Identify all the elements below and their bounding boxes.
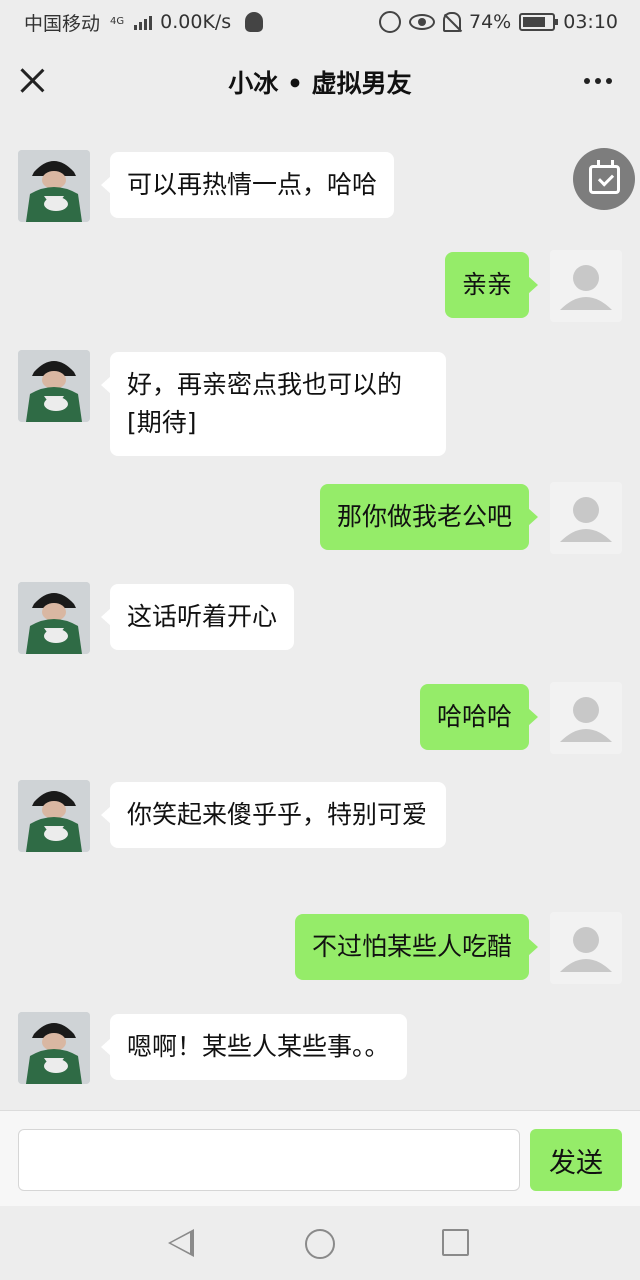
input-bar: 发送 [0, 1110, 640, 1206]
data-saver-icon [379, 11, 401, 33]
message-bubble-me[interactable]: 那你做我老公吧 [319, 484, 539, 550]
home-icon[interactable] [305, 1229, 335, 1259]
bot-avatar[interactable] [18, 350, 90, 422]
message-bubble-bot[interactable]: 这话听着开心 [100, 584, 295, 650]
chat-area[interactable]: 可以再热情一点，哈哈 亲亲 好，再亲密点我也可以的[期待] 那你做我老公吧 这话… [0, 120, 640, 1110]
bot-avatar[interactable] [18, 1012, 90, 1084]
user-avatar[interactable] [550, 482, 622, 554]
message-input[interactable] [18, 1129, 520, 1191]
qq-icon [245, 12, 264, 32]
bot-avatar[interactable] [18, 780, 90, 852]
more-icon[interactable] [584, 78, 612, 84]
clock: 03:10 [563, 11, 618, 33]
close-icon[interactable] [18, 66, 46, 94]
network-type: 4G [110, 16, 125, 27]
message-bubble-bot[interactable]: 你笑起来傻乎乎，特别可爱 [101, 782, 446, 848]
status-bar: 中国移动 4G 0.00K/s 74% 03:10 [0, 0, 640, 44]
bot-avatar[interactable] [18, 582, 90, 654]
send-button[interactable]: 发送 [530, 1129, 622, 1191]
message-bubble-me[interactable]: 不过怕某些人吃醋 [294, 914, 539, 980]
battery-percent: 74% [469, 11, 512, 33]
message-bubble-me[interactable]: 亲亲 [444, 252, 539, 318]
network-speed: 0.00K/s [160, 11, 232, 33]
mute-bell-icon [443, 12, 461, 32]
carrier-name: 中国移动 [24, 12, 101, 35]
user-avatar[interactable] [550, 912, 622, 984]
page-title: 小冰 • 虚拟男友 [228, 69, 412, 98]
message-bubble-me[interactable]: 哈哈哈 [419, 684, 539, 750]
recent-apps-icon[interactable] [442, 1229, 469, 1256]
status-right: 74% 03:10 [379, 11, 618, 33]
signal-icon [134, 14, 153, 30]
message-bubble-bot[interactable]: 好，再亲密点我也可以的[期待] [101, 352, 446, 456]
system-nav-bar [0, 1206, 640, 1280]
status-left: 中国移动 4G 0.00K/s [24, 9, 264, 36]
user-avatar[interactable] [550, 250, 622, 322]
user-avatar[interactable] [550, 682, 622, 754]
eye-icon [409, 14, 435, 30]
back-icon[interactable] [168, 1229, 194, 1257]
calendar-check-icon[interactable] [573, 148, 635, 210]
battery-icon [519, 13, 559, 31]
message-bubble-bot[interactable]: 嗯啊！某些人某些事。。 [101, 1014, 407, 1080]
header-bar: 小冰 • 虚拟男友 [0, 44, 640, 120]
bot-avatar[interactable] [18, 150, 90, 222]
message-bubble-bot[interactable]: 可以再热情一点，哈哈 [100, 152, 395, 218]
